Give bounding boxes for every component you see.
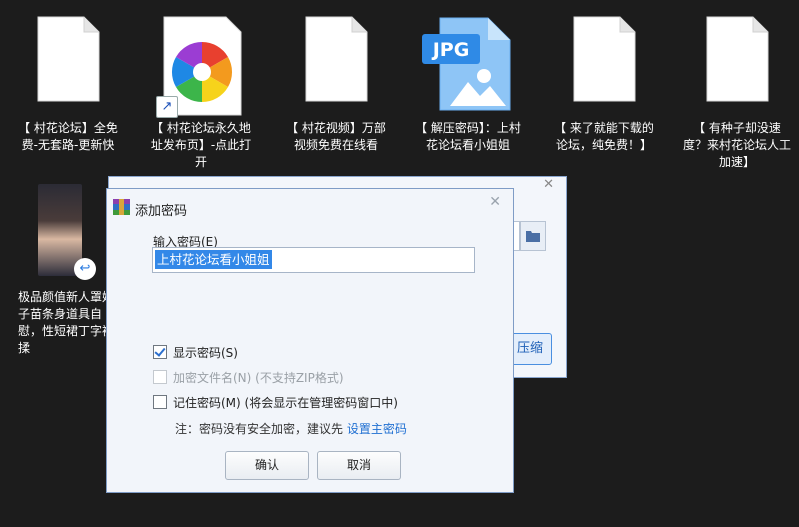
- ok-button[interactable]: 确认: [225, 451, 309, 480]
- dialog-title: 添加密码: [135, 204, 188, 219]
- set-master-password-link[interactable]: 设置主密码: [347, 422, 407, 436]
- shortcut-arrow-icon: ↩: [74, 258, 96, 280]
- show-password-checkbox[interactable]: [153, 345, 167, 359]
- browse-folder-button[interactable]: [520, 221, 546, 251]
- document-icon: [36, 16, 100, 106]
- pinwheel-document-icon: ↗: [156, 16, 242, 120]
- desktop-file-2[interactable]: ↗ 【 村花论坛永久地址发布页】-点此打开: [146, 16, 256, 176]
- jpg-image-icon: JPG: [420, 16, 516, 116]
- document-icon: [304, 16, 368, 106]
- desktop-file-label: 【 有种子却没速度？来村花论坛人工加速】: [682, 121, 791, 169]
- desktop-file-label: 极品颜值新人罩妹子苗条身道具自慰，性短裙丁字裤揉: [18, 290, 115, 355]
- shortcut-arrow-icon: ↗: [156, 96, 178, 118]
- desktop-file-label: 【 村花论坛】全免费-无套路-更新快: [18, 121, 118, 152]
- password-value: 上村花论坛看小姐姐: [155, 250, 272, 269]
- cancel-button[interactable]: 取消: [317, 451, 401, 480]
- remember-password-option[interactable]: 记住密码(M) (将会显示在管理密码窗口中): [153, 393, 398, 411]
- document-icon: [705, 16, 769, 106]
- encrypt-filenames-option: 加密文件名(N) (不支持ZIP格式): [153, 368, 344, 386]
- dialog-titlebar[interactable]: 添加密码 ✕: [107, 189, 513, 223]
- desktop-file-7-video[interactable]: ↩ 极品颜值新人罩妹子苗条身道具自慰，性短裙丁字裤揉: [12, 184, 114, 364]
- password-input[interactable]: 上村花论坛看小姐姐: [152, 247, 475, 273]
- close-icon[interactable]: ✕: [543, 177, 554, 192]
- encrypt-filenames-label: 加密文件名(N) (不支持ZIP格式): [173, 370, 344, 385]
- video-thumbnail-icon: ↩: [38, 184, 96, 280]
- folder-icon: [526, 231, 540, 242]
- document-icon: [572, 16, 636, 106]
- jpg-badge: JPG: [432, 39, 470, 61]
- desktop-file-1[interactable]: 【 村花论坛】全免费-无套路-更新快: [13, 16, 123, 176]
- desktop-file-6[interactable]: 【 有种子却没速度？来村花论坛人工加速】: [682, 16, 792, 176]
- desktop-file-4-jpg[interactable]: JPG 【 解压密码】：上村花论坛看小姐姐: [413, 16, 523, 176]
- show-password-label: 显示密码(S): [173, 345, 238, 360]
- winrar-app-icon: [113, 199, 130, 215]
- desktop-file-label: 【 村花论坛永久地址发布页】-点此打开: [150, 121, 252, 169]
- security-note: 注：密码没有安全加密，建议先 设置主密码: [175, 420, 407, 437]
- desktop-file-3[interactable]: 【 村花视频】万部视频免费在线看: [281, 16, 391, 176]
- desktop-file-label: 【 来了就能下载的论坛，纯免费！】: [554, 121, 654, 152]
- desktop-file-label: 【 解压密码】：上村花论坛看小姐姐: [415, 121, 521, 152]
- desktop-file-5[interactable]: 【 来了就能下载的论坛，纯免费！】: [549, 16, 659, 176]
- desktop-file-label: 【 村花视频】万部视频免费在线看: [286, 121, 386, 152]
- remember-password-label: 记住密码(M) (将会显示在管理密码窗口中): [173, 395, 398, 410]
- remember-password-checkbox[interactable]: [153, 395, 167, 409]
- close-icon[interactable]: ✕: [489, 194, 501, 210]
- show-password-option[interactable]: 显示密码(S): [153, 343, 238, 361]
- encrypt-filenames-checkbox: [153, 370, 167, 384]
- security-note-text: 注：密码没有安全加密，建议先: [175, 422, 347, 436]
- add-password-dialog: 添加密码 ✕ 输入密码(E) 上村花论坛看小姐姐 显示密码(S) 加密文件名(N…: [106, 188, 514, 493]
